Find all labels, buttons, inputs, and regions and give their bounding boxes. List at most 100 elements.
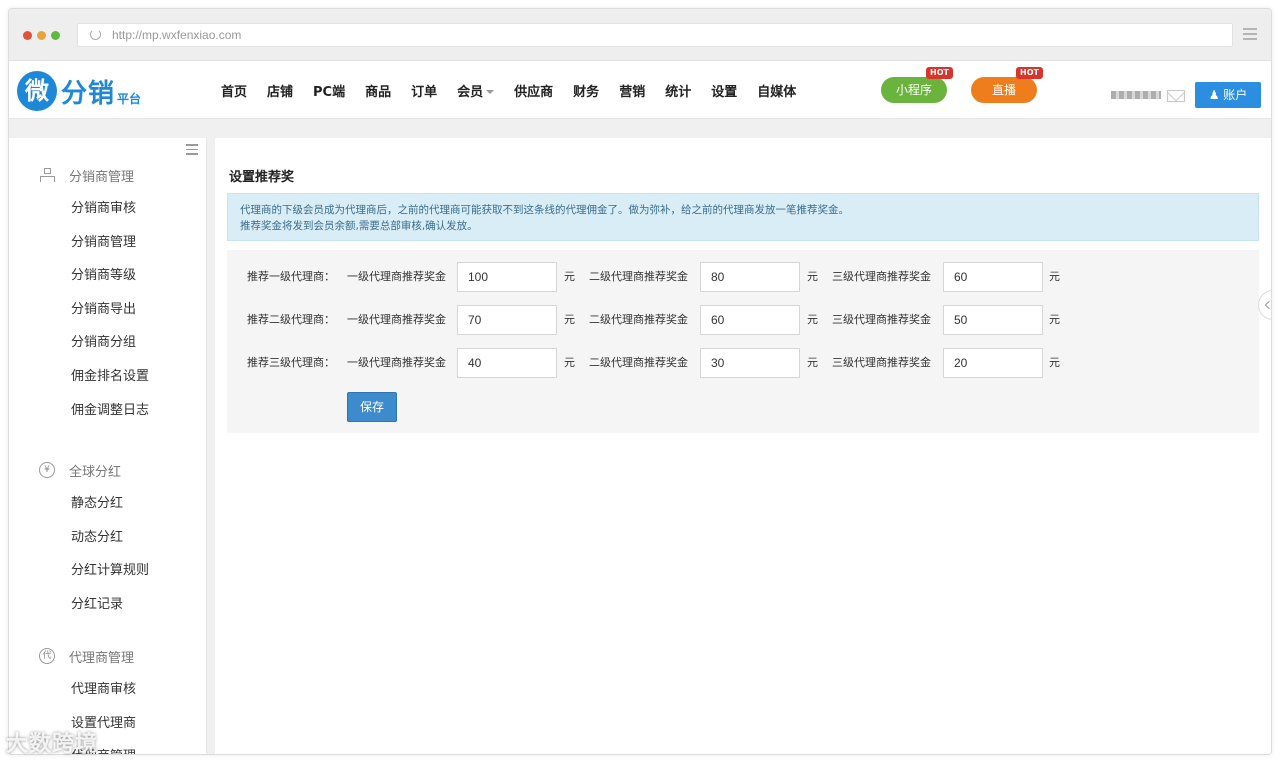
menu-item-marketing[interactable]: 营销 — [619, 81, 645, 100]
sidebar-item-distributor-manage[interactable]: 分销商管理 — [9, 226, 206, 260]
sidebar-group-title: 代理商管理 — [69, 650, 135, 666]
menu-item-settings[interactable]: 设置 — [711, 81, 737, 100]
sidebar-item-distributor-export[interactable]: 分销商导出 — [9, 293, 206, 327]
org-tree-icon — [39, 167, 55, 183]
address-bar[interactable]: http://mp.wxfenxiao.com — [77, 23, 1233, 47]
top-navigation: 微 分销 平台 首页 店铺 PC端 商品 订单 会员 供应商 财务 营销 统计 … — [9, 61, 1271, 119]
sidebar-group-title: 分销商管理 — [69, 169, 135, 185]
sidebar-item-agent-review[interactable]: 代理商审核 — [9, 673, 206, 707]
sidebar-group-dividends: ¥ 全球分红 静态分红 动态分红 分红计算规则 分红记录 — [9, 453, 206, 621]
form-row: 推荐一级代理商： 一级代理商推荐奖金 100 元 二级代理商推荐奖金 80 元 … — [227, 262, 1259, 292]
sidebar-item-dividend-rules[interactable]: 分红计算规则 — [9, 554, 206, 588]
logo-sub: 平台 — [117, 91, 142, 106]
sidebar-group-head[interactable]: 代 代理商管理 — [9, 639, 206, 673]
bonus-input[interactable]: 20 — [943, 348, 1043, 378]
bonus-input[interactable]: 50 — [943, 305, 1043, 335]
menu-item-home[interactable]: 首页 — [221, 81, 247, 100]
menu-item-stats[interactable]: 统计 — [665, 81, 691, 100]
unit-label: 元 — [564, 313, 575, 326]
sidebar-group-head[interactable]: ¥ 全球分红 — [9, 453, 206, 487]
field-label: 三级代理商推荐奖金 — [832, 270, 931, 283]
maximize-dot[interactable] — [51, 31, 60, 40]
sidebar-item-dynamic-dividend[interactable]: 动态分红 — [9, 521, 206, 555]
bonus-input[interactable]: 60 — [943, 262, 1043, 292]
field-label: 二级代理商推荐奖金 — [589, 356, 688, 369]
field-label: 一级代理商推荐奖金 — [347, 356, 446, 369]
form-row: 推荐二级代理商： 一级代理商推荐奖金 70 元 二级代理商推荐奖金 60 元 三… — [227, 305, 1259, 335]
unit-label: 元 — [807, 313, 818, 326]
sidebar-group-title: 全球分红 — [69, 464, 122, 480]
close-dot[interactable] — [23, 31, 32, 40]
row-label: 推荐二级代理商： — [247, 313, 335, 326]
menu-item-media[interactable]: 自媒体 — [757, 81, 796, 100]
account-button[interactable]: ♟ 账户 — [1195, 82, 1261, 108]
menu-item-orders[interactable]: 订单 — [411, 81, 437, 100]
menu-item-shop[interactable]: 店铺 — [267, 81, 293, 100]
logo-badge: 微 — [17, 71, 57, 111]
unit-label: 元 — [1049, 313, 1060, 326]
unit-label: 元 — [1049, 270, 1060, 283]
menu-item-products[interactable]: 商品 — [365, 81, 391, 100]
bonus-input[interactable]: 60 — [700, 305, 800, 335]
mini-program-label: 小程序 — [895, 83, 932, 97]
menu-item-members[interactable]: 会员 — [457, 81, 495, 100]
bonus-input[interactable]: 70 — [457, 305, 557, 335]
field-label: 一级代理商推荐奖金 — [347, 270, 446, 283]
collapse-panel-icon[interactable] — [1258, 290, 1271, 320]
menu-item-pc[interactable]: PC端 — [313, 81, 345, 100]
sidebar-item-distributor-group[interactable]: 分销商分组 — [9, 326, 206, 360]
sidebar-toggle-icon[interactable] — [186, 144, 198, 158]
username-blurred — [1111, 91, 1161, 99]
field-label: 二级代理商推荐奖金 — [589, 313, 688, 326]
logo-brand: 分销 — [61, 78, 116, 109]
field-label: 二级代理商推荐奖金 — [589, 270, 688, 283]
sidebar-item-static-dividend[interactable]: 静态分红 — [9, 487, 206, 521]
url-text: http://mp.wxfenxiao.com — [112, 28, 242, 42]
unit-label: 元 — [564, 356, 575, 369]
row-label: 推荐一级代理商： — [247, 270, 335, 283]
reload-icon[interactable] — [90, 29, 101, 40]
bonus-input[interactable]: 40 — [457, 348, 557, 378]
sidebar-group-head[interactable]: 分销商管理 — [9, 158, 206, 192]
agent-icon: 代 — [39, 648, 55, 664]
notice-line: 推荐奖金将发到会员余额,需要总部审核,确认发放。 — [240, 220, 478, 232]
hot-badge: HOT — [926, 67, 953, 79]
sidebar: 分销商管理 分销商审核 分销商管理 分销商等级 分销商导出 分销商分组 佣金排名… — [9, 138, 207, 754]
mail-icon[interactable] — [1167, 90, 1185, 102]
notice-line: 代理商的下级会员成为代理商后，之前的代理商可能获取不到这条线的代理佣金了。做为弥… — [240, 204, 849, 216]
menu-item-suppliers[interactable]: 供应商 — [514, 81, 553, 100]
row-label: 推荐三级代理商： — [247, 356, 335, 369]
info-notice: 代理商的下级会员成为代理商后，之前的代理商可能获取不到这条线的代理佣金了。做为弥… — [227, 193, 1259, 241]
sidebar-item-commission-rank[interactable]: 佣金排名设置 — [9, 360, 206, 394]
logo[interactable]: 微 分销 平台 — [17, 71, 141, 111]
live-button[interactable]: 直播 HOT — [971, 67, 1043, 103]
hot-badge: HOT — [1016, 67, 1043, 79]
unit-label: 元 — [564, 270, 575, 283]
sidebar-item-dividend-records[interactable]: 分红记录 — [9, 588, 206, 622]
mini-program-button[interactable]: 小程序 HOT — [881, 67, 953, 103]
unit-label: 元 — [807, 270, 818, 283]
bonus-input[interactable]: 100 — [457, 262, 557, 292]
chevron-down-icon — [486, 90, 495, 94]
field-label: 一级代理商推荐奖金 — [347, 313, 446, 326]
save-button[interactable]: 保存 — [347, 392, 397, 422]
sidebar-group-distributors: 分销商管理 分销商审核 分销商管理 分销商等级 分销商导出 分销商分组 佣金排名… — [9, 158, 206, 427]
browser-chrome: http://mp.wxfenxiao.com — [9, 9, 1271, 61]
main-content: 设置推荐奖 代理商的下级会员成为代理商后，之前的代理商可能获取不到这条线的代理佣… — [215, 138, 1271, 754]
form-row: 推荐三级代理商： 一级代理商推荐奖金 40 元 二级代理商推荐奖金 30 元 三… — [227, 348, 1259, 378]
menu-item-finance[interactable]: 财务 — [573, 81, 599, 100]
bonus-input[interactable]: 30 — [700, 348, 800, 378]
sidebar-item-distributor-level[interactable]: 分销商等级 — [9, 259, 206, 293]
sidebar-item-commission-log[interactable]: 佣金调整日志 — [9, 394, 206, 428]
sidebar-item-distributor-review[interactable]: 分销商审核 — [9, 192, 206, 226]
account-label: 账户 — [1223, 88, 1248, 102]
menu-item-members-label: 会员 — [457, 84, 484, 100]
watermark: 大数跨境 — [6, 732, 99, 757]
unit-label: 元 — [1049, 356, 1060, 369]
field-label: 三级代理商推荐奖金 — [832, 356, 931, 369]
field-label: 三级代理商推荐奖金 — [832, 313, 931, 326]
page-title: 设置推荐奖 — [229, 170, 295, 185]
minimize-dot[interactable] — [37, 31, 46, 40]
browser-menu-icon[interactable] — [1243, 28, 1257, 43]
bonus-input[interactable]: 80 — [700, 262, 800, 292]
